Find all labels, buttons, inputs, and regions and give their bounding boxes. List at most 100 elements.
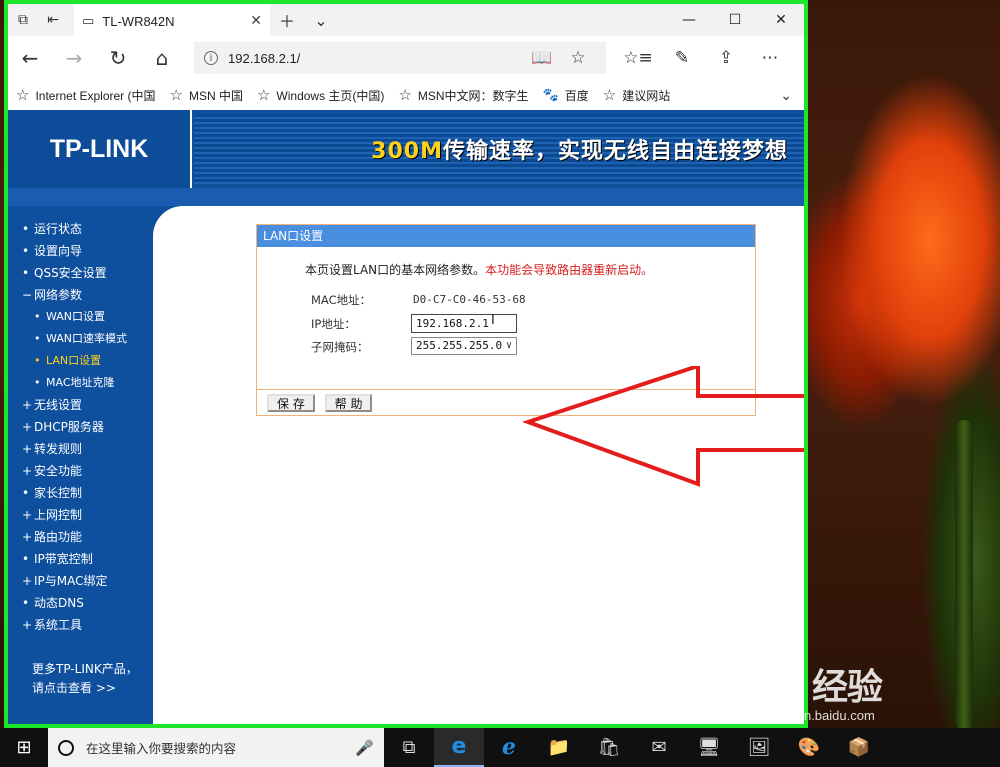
address-bar[interactable]: i 192.168.2.1/ 📖 ☆ — [194, 42, 606, 74]
star-icon: ☆ — [602, 87, 617, 104]
subnet-mask-select[interactable]: 255.255.255.0 ∨ — [411, 337, 517, 355]
menu-item-dhcp[interactable]: + DHCP服务器 — [22, 416, 127, 438]
reading-view-icon[interactable]: 📖 — [524, 48, 560, 68]
info-icon[interactable]: i — [204, 51, 218, 65]
menu-item-parental[interactable]: • 家长控制 — [22, 482, 127, 504]
menu-item-status[interactable]: • 运行状态 — [22, 218, 127, 240]
file-explorer-icon[interactable]: 📁 — [534, 728, 584, 767]
slogan: 300M传输速率，实现无线自由连接梦想 — [371, 133, 788, 165]
menu-item-mac-clone[interactable]: • MAC地址克隆 — [22, 372, 127, 394]
sidebar-menu: • 运行状态 • 设置向导 • QSS安全设置 − 网络参数 • WAN口设置 • WAN口… — [8, 206, 153, 724]
menu-item-forwarding[interactable]: + 转发规则 — [22, 438, 127, 460]
tab-manager-icon[interactable]: ⧉ — [8, 4, 38, 36]
favorites-bar: ☆ Internet Explorer (中国 ☆ MSN 中国 ☆ Windows … — [8, 80, 804, 110]
search-placeholder: 在这里输入你要搜索的内容 — [86, 741, 237, 756]
router-admin-page: TP-LINK 300M传输速率，实现无线自由连接梦想 • 运行状态 • 设置向导 … — [8, 110, 804, 724]
favorites-overflow-chevron-icon[interactable]: ⌄ — [780, 87, 792, 104]
taskbar-search-box[interactable]: 在这里输入你要搜索的内容 🎤 — [48, 728, 384, 767]
star-icon: ☆ — [169, 87, 183, 104]
favorites-hub-icon[interactable]: ☆≡ — [616, 36, 660, 80]
mail-icon[interactable]: ✉ — [634, 728, 684, 767]
more-icon[interactable]: ⋯ — [748, 36, 792, 80]
navigation-bar: ← → ↻ ⌂ i 192.168.2.1/ 📖 ☆ ☆≡ ✎ ⇪ ⋯ — [8, 36, 804, 80]
menu-item-bandwidth[interactable]: • IP带宽控制 — [22, 548, 127, 570]
help-button[interactable]: 帮 助 — [324, 394, 373, 412]
more-products-link[interactable]: 更多TP-LINK产品， 请点击查看 >> — [32, 660, 138, 698]
menu-item-network[interactable]: − 网络参数 — [22, 284, 127, 306]
title-bar: ⧉ ⇤ ▭ TL-WR842N ✕ ＋ ⌄ — ☐ ✕ — [8, 4, 804, 36]
menu-item-access-control[interactable]: + 上网控制 — [22, 504, 127, 526]
ip-label: IP地址： — [311, 317, 356, 331]
menu-item-wan-rate[interactable]: • WAN口速率模式 — [22, 328, 127, 350]
menu-item-qss[interactable]: • QSS安全设置 — [22, 262, 127, 284]
favorite-item[interactable]: ☆ Internet Explorer (中国 — [16, 86, 156, 104]
star-icon: ☆ — [398, 87, 412, 104]
browser-tab[interactable]: ▭ TL-WR842N ✕ — [74, 4, 270, 36]
microphone-icon[interactable]: 🎤 — [355, 739, 374, 757]
slogan-accent: 300M — [371, 139, 443, 164]
paint-icon[interactable]: 🎨 — [784, 728, 834, 767]
close-tab-icon[interactable]: ✕ — [250, 13, 262, 29]
refresh-icon[interactable]: ↻ — [96, 36, 140, 80]
favorite-item[interactable]: ☆ 建议网站 — [603, 86, 670, 104]
panel-description: 本页设置LAN口的基本网络参数。本功能会导致路由器重新启动。 — [305, 263, 654, 277]
url-text[interactable]: 192.168.2.1/ — [228, 51, 524, 66]
mac-label: MAC地址： — [311, 293, 372, 307]
slogan-text: 传输速率，实现无线自由连接梦想 — [442, 139, 788, 164]
tab-list-chevron-icon[interactable]: ⌄ — [304, 4, 338, 36]
chevron-down-icon: ∨ — [505, 340, 512, 351]
tplink-logo: TP-LINK — [49, 134, 149, 163]
new-tab-icon[interactable]: ＋ — [270, 4, 304, 36]
cortana-icon — [58, 739, 74, 756]
text-cursor-icon: Ι — [491, 313, 495, 328]
set-aside-tabs-icon[interactable]: ⇤ — [38, 4, 68, 36]
menu-item-wireless[interactable]: + 无线设置 — [22, 394, 127, 416]
header-stripe — [8, 188, 804, 206]
star-icon: ☆ — [256, 87, 271, 104]
favorite-item[interactable]: ☆ MSN 中国 — [170, 86, 243, 104]
menu-item-system-tools[interactable]: + 系统工具 — [22, 614, 127, 636]
share-icon[interactable]: ⇪ — [704, 36, 748, 80]
favorite-star-icon[interactable]: ☆ — [560, 48, 596, 68]
mac-value: D0-C7-C0-46-53-68 — [413, 293, 526, 306]
ip-address-input[interactable]: 192.168.2.1 — [411, 314, 517, 333]
menu-item-ddns[interactable]: • 动态DNS — [22, 592, 127, 614]
panel-title: LAN口设置 — [257, 225, 755, 247]
restart-warning: 本功能会导致路由器重新启动。 — [485, 263, 654, 277]
flower-stem — [955, 420, 973, 730]
menu-item-ip-mac-binding[interactable]: + IP与MAC绑定 — [22, 570, 127, 592]
slogan-box: 300M传输速率，实现无线自由连接梦想 — [194, 114, 804, 184]
baidu-jingyan-watermark: Bai 经验 jingyan.baidu.com — [750, 666, 883, 723]
windows-start-icon[interactable]: ⊞ — [0, 728, 48, 767]
home-icon[interactable]: ⌂ — [140, 36, 184, 80]
menu-item-security[interactable]: + 安全功能 — [22, 460, 127, 482]
menu-item-wan[interactable]: • WAN口设置 — [22, 306, 127, 328]
page-icon: ▭ — [82, 13, 95, 29]
edge-taskbar-icon[interactable]: e — [434, 728, 484, 767]
ie-taskbar-icon[interactable]: ℯ — [484, 728, 534, 767]
favorite-item[interactable]: ☆ Windows 主页(中国) — [257, 86, 384, 104]
star-icon: ☆ — [16, 87, 30, 104]
web-note-icon[interactable]: ✎ — [660, 36, 704, 80]
app-icon[interactable]: 🖼 — [734, 728, 784, 767]
menu-item-lan[interactable]: • LAN口设置 — [22, 350, 127, 372]
forward-arrow-icon[interactable]: → — [52, 36, 96, 80]
favorite-item[interactable]: 🐾 百度 — [543, 87, 589, 104]
menu-item-wizard[interactable]: • 设置向导 — [22, 240, 127, 262]
red-annotation-arrow — [521, 366, 804, 487]
save-button[interactable]: 保 存 — [267, 394, 315, 412]
tab-title: TL-WR842N — [102, 13, 175, 29]
maximize-button[interactable]: ☐ — [712, 4, 758, 36]
menu-item-routing[interactable]: + 路由功能 — [22, 526, 127, 548]
subnet-mask-label: 子网掩码： — [311, 340, 369, 354]
task-view-icon[interactable]: ⧉ — [384, 728, 434, 767]
store-icon[interactable]: 🛍 — [584, 728, 634, 767]
close-window-button[interactable]: ✕ — [758, 4, 804, 36]
back-arrow-icon[interactable]: ← — [8, 36, 52, 80]
minimize-button[interactable]: — — [666, 4, 712, 36]
network-app-icon[interactable]: 🖥 — [684, 728, 734, 767]
app-icon[interactable]: 📦 — [834, 728, 884, 767]
baidu-paw-icon: 🐾 — [542, 87, 559, 102]
browser-window: ⧉ ⇤ ▭ TL-WR842N ✕ ＋ ⌄ — ☐ ✕ ← → ↻ ⌂ i 19… — [4, 0, 808, 728]
favorite-item[interactable]: ☆ MSN中文网：数字生 — [398, 86, 528, 104]
